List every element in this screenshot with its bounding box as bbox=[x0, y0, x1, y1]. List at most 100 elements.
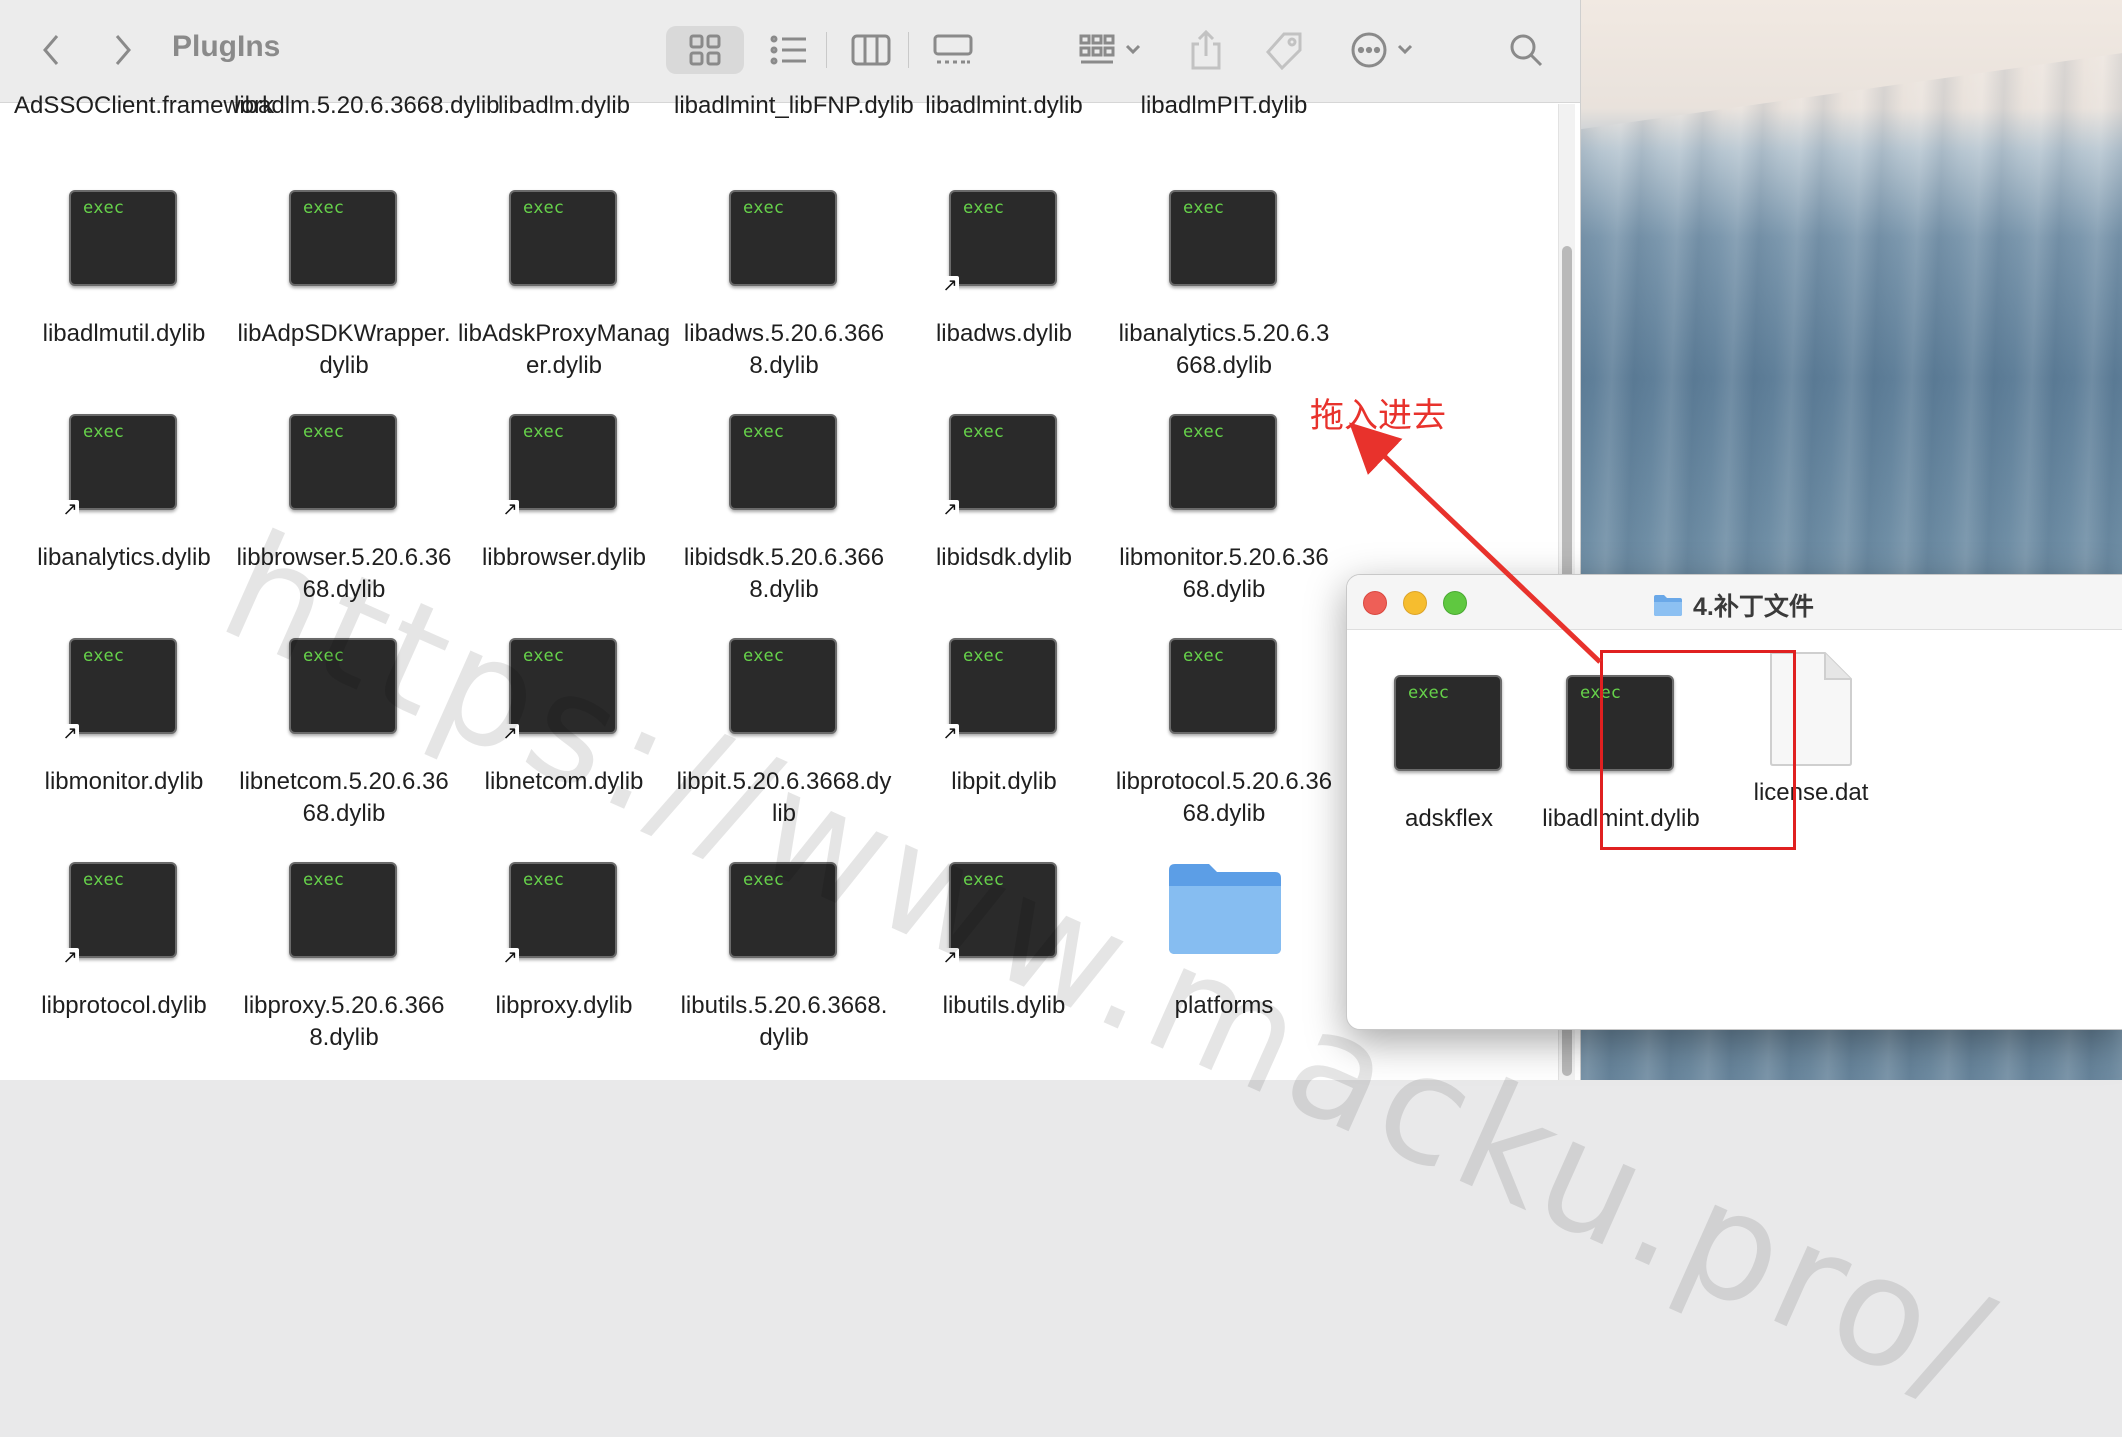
chevron-left-icon[interactable] bbox=[36, 26, 66, 74]
file-item-name: libAdpSDKWrapper.dylib bbox=[237, 320, 451, 379]
exec-icon: exec bbox=[1394, 675, 1502, 771]
file-item[interactable]: exec ↗ libpit.dylib bbox=[894, 638, 1114, 798]
exec-label: exec bbox=[303, 870, 344, 890]
item-icon: exec ↗ bbox=[501, 414, 619, 518]
file-item-name: libnetcom.5.20.6.3668.dylib bbox=[239, 768, 449, 827]
file-item-name: libnetcom.dylib bbox=[484, 768, 644, 795]
finder-toolbar: PlugIns bbox=[0, 0, 1580, 103]
item-icon: exec bbox=[729, 190, 839, 290]
search-icon[interactable] bbox=[1506, 26, 1546, 74]
file-item-name[interactable]: libadlmPIT.dylib bbox=[1114, 90, 1334, 122]
item-icon: exec ↗ bbox=[501, 638, 619, 742]
toolbar-divider bbox=[826, 32, 827, 68]
file-item[interactable]: exec ↗ libmonitor.dylib bbox=[14, 638, 234, 798]
item-icon: exec ↗ bbox=[941, 862, 1059, 966]
column-view-icon[interactable] bbox=[846, 26, 896, 74]
share-icon[interactable] bbox=[1186, 26, 1226, 74]
item-icon: exec bbox=[289, 414, 399, 514]
patch-window-titlebar: 4.补丁文件 bbox=[1347, 575, 2122, 630]
file-item[interactable]: exec ↗ libutils.dylib bbox=[894, 862, 1114, 1022]
exec-label: exec bbox=[303, 646, 344, 666]
file-item-name: libbrowser.dylib bbox=[481, 544, 647, 571]
file-item[interactable]: exec libidsdk.5.20.6.3668.dylib bbox=[674, 414, 894, 606]
exec-icon: exec bbox=[949, 638, 1057, 734]
item-icon: exec ↗ bbox=[61, 638, 179, 742]
list-view-icon[interactable] bbox=[764, 26, 814, 74]
minimize-button[interactable] bbox=[1403, 591, 1427, 615]
alias-arrow-icon: ↗ bbox=[941, 499, 959, 519]
file-item[interactable]: exec libAdpSDKWrapper.dylib bbox=[234, 190, 454, 382]
exec-icon: exec bbox=[69, 190, 177, 286]
folder-icon bbox=[1169, 864, 1281, 954]
file-item[interactable]: exec libadws.5.20.6.3668.dylib bbox=[674, 190, 894, 382]
file-item[interactable]: exec libprotocol.5.20.6.3668.dylib bbox=[1114, 638, 1334, 830]
patch-window-title: 4.补丁文件 bbox=[1653, 587, 1814, 623]
item-icon: exec bbox=[729, 638, 839, 738]
exec-label: exec bbox=[1183, 646, 1224, 666]
exec-icon: exec bbox=[69, 414, 177, 510]
item-icon: exec ↗ bbox=[61, 862, 179, 966]
item-icon: exec bbox=[1169, 190, 1279, 290]
file-item-name: libmonitor.5.20.6.3668.dylib bbox=[1119, 544, 1329, 603]
exec-icon: exec bbox=[1169, 190, 1277, 286]
exec-icon: exec bbox=[289, 190, 397, 286]
file-item-name: libutils.5.20.6.3668.dylib bbox=[680, 992, 888, 1051]
folder-item[interactable]: platforms bbox=[1114, 862, 1334, 1022]
alias-arrow-icon: ↗ bbox=[61, 947, 79, 967]
item-icon: exec bbox=[509, 190, 619, 290]
item-icon: exec ↗ bbox=[501, 862, 619, 966]
close-button[interactable] bbox=[1363, 591, 1387, 615]
exec-label: exec bbox=[743, 422, 784, 442]
file-item-name[interactable]: libadlmint_libFNP.dylib bbox=[674, 90, 914, 122]
exec-icon: exec bbox=[949, 862, 1057, 958]
file-item-name[interactable]: libadlm.dylib bbox=[454, 90, 674, 122]
file-item[interactable]: exec ↗ libprotocol.dylib bbox=[14, 862, 234, 1022]
alias-arrow-icon: ↗ bbox=[61, 499, 79, 519]
file-item[interactable]: exec libutils.5.20.6.3668.dylib bbox=[674, 862, 894, 1054]
exec-label: exec bbox=[1183, 422, 1224, 442]
gallery-view-icon[interactable] bbox=[928, 26, 978, 74]
exec-label: exec bbox=[303, 422, 344, 442]
file-item-name: libprotocol.5.20.6.3668.dylib bbox=[1115, 768, 1333, 827]
alias-arrow-icon: ↗ bbox=[941, 275, 959, 295]
file-item[interactable]: exec libproxy.5.20.6.3668.dylib bbox=[234, 862, 454, 1054]
file-item[interactable]: exec libanalytics.5.20.6.3668.dylib bbox=[1114, 190, 1334, 382]
exec-label: exec bbox=[523, 198, 564, 218]
ellipsis-circle-icon[interactable] bbox=[1346, 26, 1424, 74]
file-item[interactable]: exec libpit.5.20.6.3668.dylib bbox=[674, 638, 894, 830]
file-item[interactable]: exec ↗ libanalytics.dylib bbox=[14, 414, 234, 574]
file-item[interactable]: exec libbrowser.5.20.6.3668.dylib bbox=[234, 414, 454, 606]
exec-icon: exec bbox=[509, 862, 617, 958]
exec-label: exec bbox=[83, 198, 124, 218]
grid-view-icon[interactable] bbox=[666, 26, 744, 74]
file-item-name: libproxy.5.20.6.3668.dylib bbox=[243, 992, 445, 1051]
file-item-name: libAdskProxyManager.dylib bbox=[457, 320, 671, 379]
file-item[interactable]: exec ↗ libproxy.dylib bbox=[454, 862, 674, 1022]
item-icon: exec bbox=[289, 862, 399, 962]
file-item[interactable]: exec libmonitor.5.20.6.3668.dylib bbox=[1114, 414, 1334, 606]
file-item[interactable]: exec ↗ libbrowser.dylib bbox=[454, 414, 674, 574]
alias-arrow-icon: ↗ bbox=[941, 947, 959, 967]
file-item-name[interactable]: AdSSOClient.framework bbox=[14, 90, 274, 122]
file-item[interactable]: exec ↗ libidsdk.dylib bbox=[894, 414, 1114, 574]
file-item-name[interactable]: libadlmint.dylib bbox=[894, 90, 1114, 122]
file-item[interactable]: exec ↗ libnetcom.dylib bbox=[454, 638, 674, 798]
item-icon: exec bbox=[729, 414, 839, 514]
item-icon: exec bbox=[729, 862, 839, 962]
file-item[interactable]: exec libnetcom.5.20.6.3668.dylib bbox=[234, 638, 454, 830]
chevron-right-icon[interactable] bbox=[108, 26, 138, 74]
file-item[interactable]: exec libadlmutil.dylib bbox=[14, 190, 234, 350]
file-item[interactable]: exec ↗ libadws.dylib bbox=[894, 190, 1114, 350]
maximize-button[interactable] bbox=[1443, 591, 1467, 615]
group-icon[interactable] bbox=[1072, 26, 1150, 74]
exec-label: exec bbox=[1183, 198, 1224, 218]
file-item-name: libadws.dylib bbox=[935, 320, 1073, 347]
file-item-name[interactable]: libadlm.5.20.6.3668.dylib bbox=[234, 90, 500, 122]
finder-window: PlugIns AdSSOClient.framework libadlm.5.… bbox=[0, 0, 1581, 1080]
file-item[interactable]: exec libAdskProxyManager.dylib bbox=[454, 190, 674, 382]
exec-label: exec bbox=[523, 422, 564, 442]
exec-label: exec bbox=[743, 198, 784, 218]
tag-icon[interactable] bbox=[1262, 26, 1306, 74]
file-item-name: libbrowser.5.20.6.3668.dylib bbox=[236, 544, 452, 603]
exec-label: exec bbox=[743, 646, 784, 666]
